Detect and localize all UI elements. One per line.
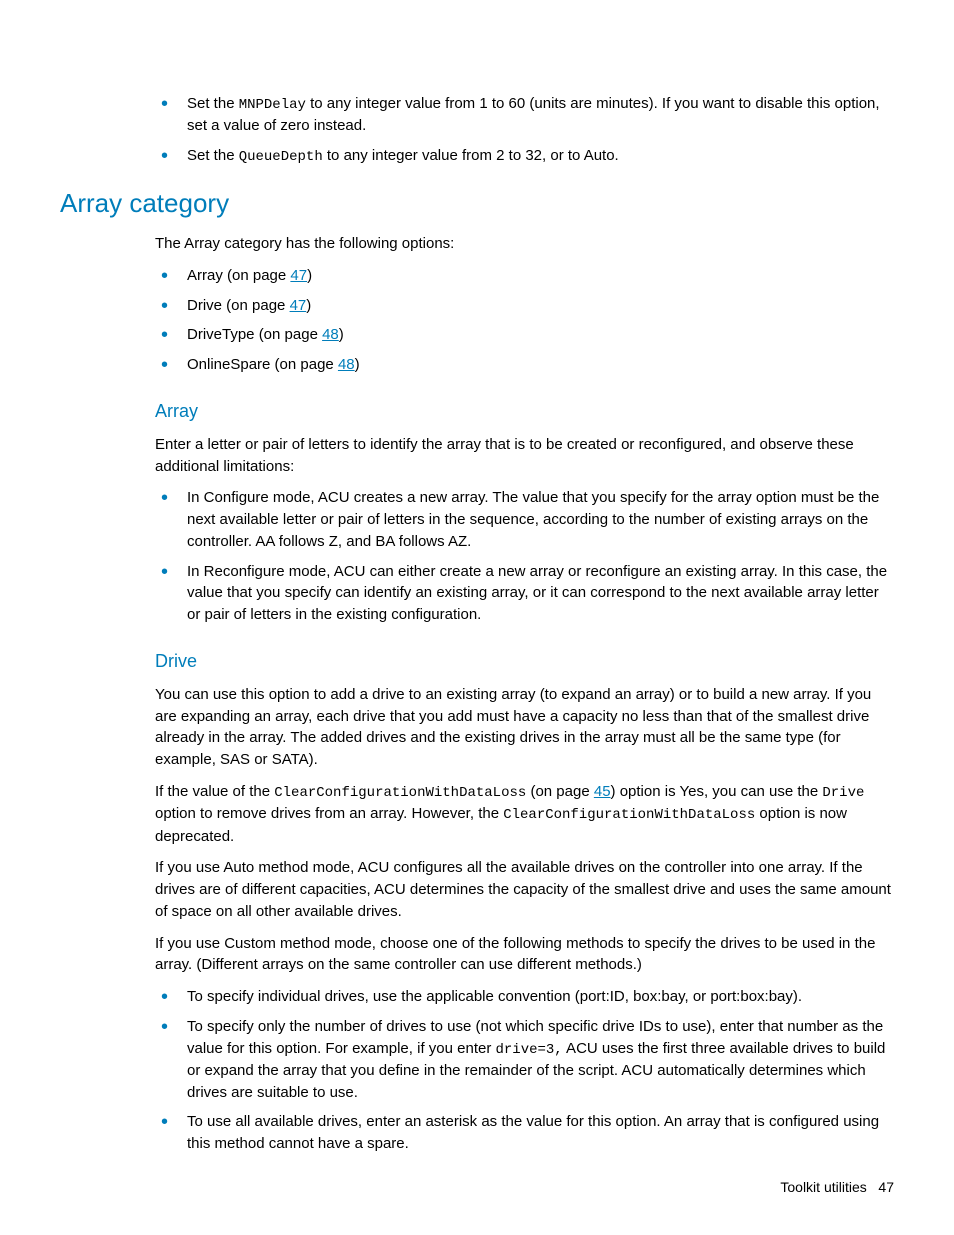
page-link[interactable]: 48 [338,356,355,373]
code-text: QueueDepth [239,149,323,165]
bullet-item: Set the MNPDelay to any integer value fr… [155,93,894,137]
page-content: Set the MNPDelay to any integer value fr… [0,0,954,1203]
text: ) [339,326,344,343]
drive-p4: If you use Custom method mode, choose on… [155,933,894,977]
page-link[interactable]: 47 [290,297,307,314]
text: to any integer value from 2 to 32, or to… [323,147,619,164]
code-text: drive=3, [496,1042,563,1058]
code-text: MNPDelay [239,97,306,113]
option-item: Array (on page 47) [155,265,894,287]
footer-page-number: 47 [878,1179,894,1195]
code-text: ClearConfigurationWithDataLoss [503,807,755,823]
text: Set the [187,147,239,164]
text: ) [306,297,311,314]
page-link[interactable]: 45 [594,783,611,800]
text: option to remove drives from an array. H… [155,805,503,822]
footer-label: Toolkit utilities [780,1179,866,1195]
drive-p3: If you use Auto method mode, ACU configu… [155,857,894,922]
top-bullets-section: Set the MNPDelay to any integer value fr… [155,93,894,167]
option-item: Drive (on page 47) [155,295,894,317]
bullet-item: To specify individual drives, use the ap… [155,986,894,1008]
bullet-item: In Configure mode, ACU creates a new arr… [155,487,894,552]
text: ) [307,267,312,284]
text: ) option is Yes, you can use the [611,783,823,800]
text: Array (on page [187,267,290,284]
drive-p2: If the value of the ClearConfigurationWi… [155,781,894,847]
text: (on page [526,783,594,800]
text: To use all available drives, enter an as… [187,1113,879,1152]
array-p1: Enter a letter or pair of letters to ide… [155,434,894,478]
bullet-item: In Reconfigure mode, ACU can either crea… [155,561,894,626]
code-text: ClearConfigurationWithDataLoss [274,785,526,801]
text: To specify individual drives, use the ap… [187,988,802,1005]
page-link[interactable]: 47 [290,267,307,284]
page-link[interactable]: 48 [322,326,339,343]
intro-text: The Array category has the following opt… [155,233,894,255]
drive-p1: You can use this option to add a drive t… [155,684,894,771]
text: OnlineSpare (on page [187,356,338,373]
heading-array: Array [155,398,894,424]
bullet-item: To use all available drives, enter an as… [155,1111,894,1155]
heading-array-category: Array category [60,185,894,223]
bullet-item: To specify only the number of drives to … [155,1016,894,1104]
text: ) [355,356,360,373]
bullet-item: Set the QueueDepth to any integer value … [155,145,894,167]
page-footer: Toolkit utilities 47 [780,1177,894,1197]
option-item: OnlineSpare (on page 48) [155,354,894,376]
code-text: Drive [822,785,864,801]
text: DriveType (on page [187,326,322,343]
text: If the value of the [155,783,274,800]
option-item: DriveType (on page 48) [155,324,894,346]
text: Set the [187,95,239,112]
text: Drive (on page [187,297,290,314]
array-category-body: The Array category has the following opt… [155,233,894,1155]
heading-drive: Drive [155,648,894,674]
